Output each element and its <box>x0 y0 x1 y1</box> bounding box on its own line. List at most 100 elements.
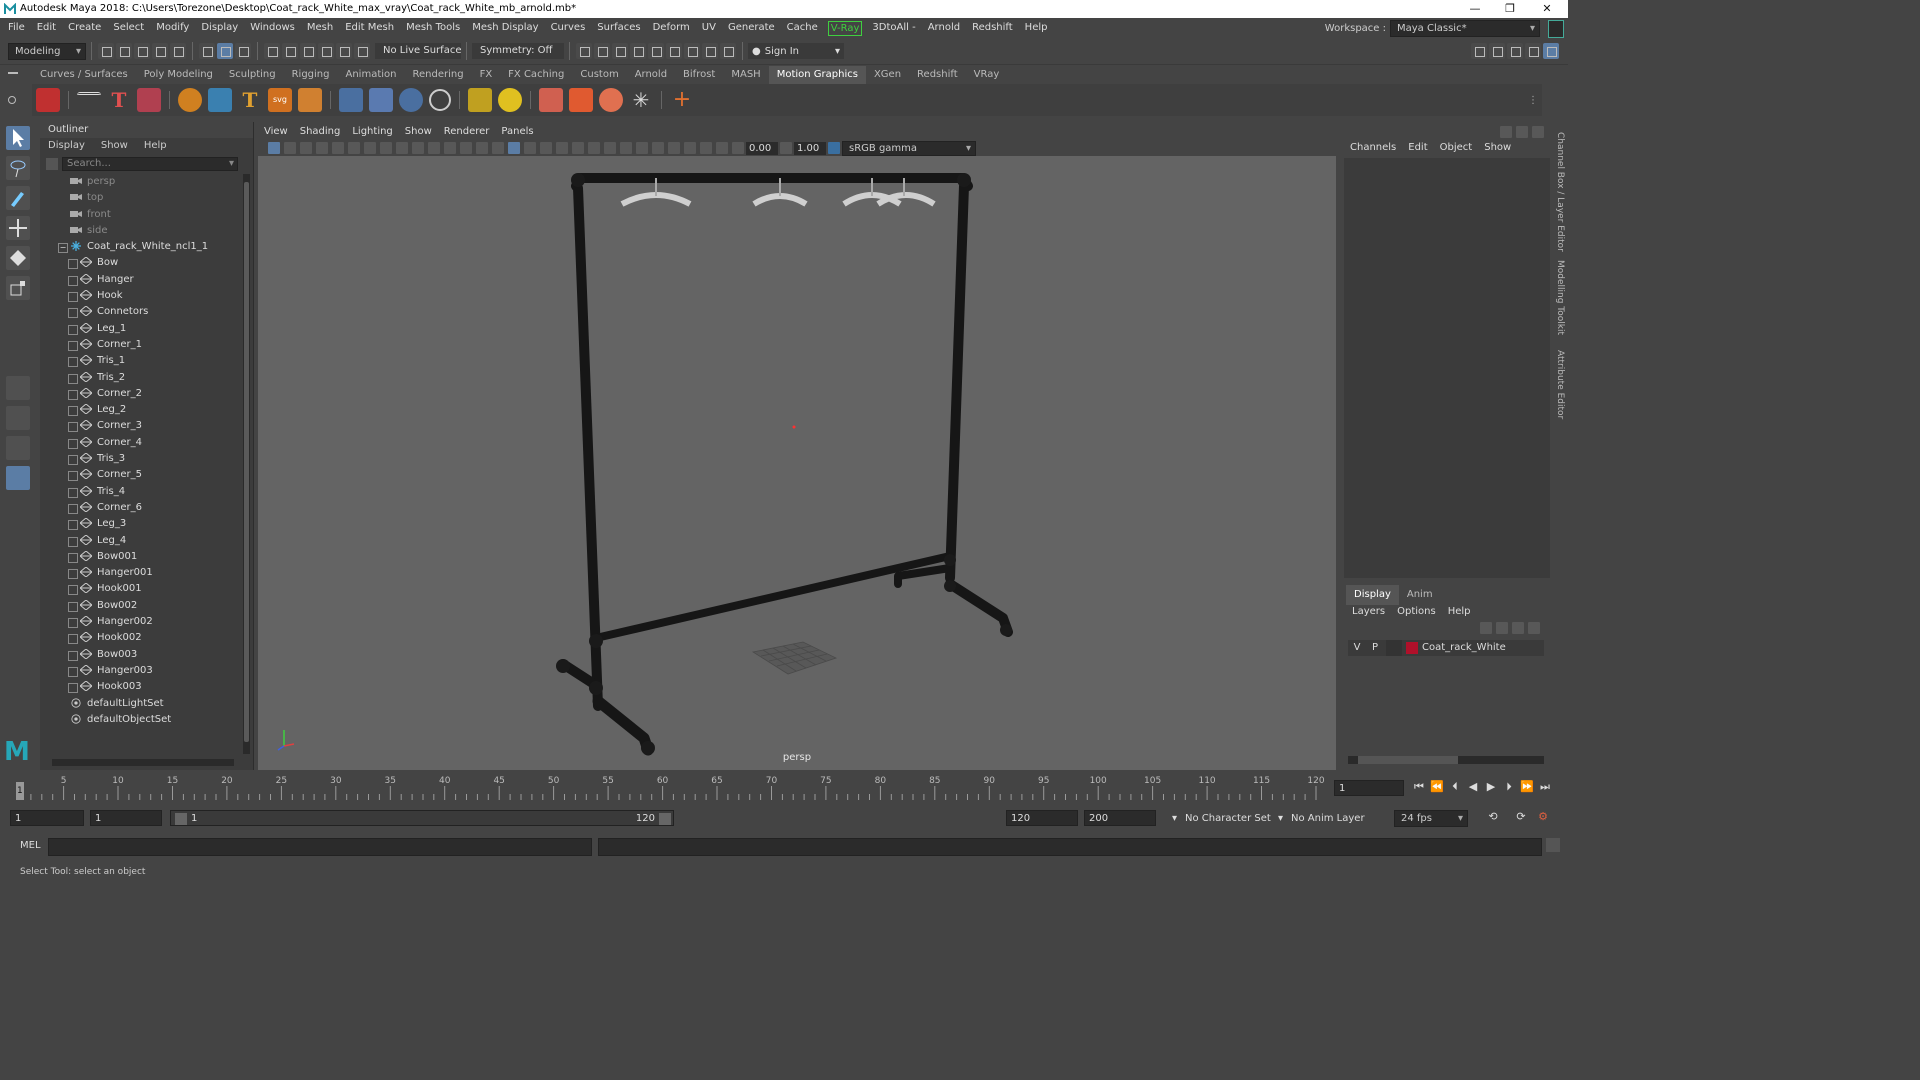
start-time-field[interactable]: 1 <box>10 810 84 826</box>
range-bar[interactable]: 1 120 <box>170 810 674 826</box>
two-view-layout-icon[interactable] <box>6 436 30 460</box>
menu-mesh-tools[interactable]: Mesh Tools <box>400 18 466 38</box>
default-material-icon[interactable] <box>524 142 536 154</box>
outliner-menu-display[interactable]: Display <box>40 138 93 154</box>
outliner-item-bow003[interactable]: Bow003 <box>40 647 240 663</box>
go-to-end-icon[interactable]: ⏭ <box>1538 780 1552 794</box>
menu-help[interactable]: Help <box>1019 18 1054 38</box>
box-icon[interactable] <box>298 88 322 112</box>
outliner-item-corner-1[interactable]: Corner_1 <box>40 337 240 353</box>
outliner-item-hook001[interactable]: Hook001 <box>40 581 240 597</box>
channel-box-help-icon[interactable] <box>1516 126 1528 138</box>
tab-attribute-editor[interactable]: Attribute Editor <box>1555 350 1565 419</box>
outliner-item-camera-side[interactable]: side <box>40 223 240 239</box>
character-set-dropdown[interactable]: ▾ No Character Set <box>1172 810 1271 826</box>
outliner-item-corner-6[interactable]: Corner_6 <box>40 500 240 516</box>
command-input[interactable] <box>48 838 592 856</box>
shelf-tab-poly-modeling[interactable]: Poly Modeling <box>136 66 221 84</box>
light-editor-icon[interactable] <box>702 43 718 59</box>
menu-generate[interactable]: Generate <box>722 18 781 38</box>
current-frame-field[interactable]: 1 <box>1334 780 1404 796</box>
expand-icon[interactable] <box>68 422 78 433</box>
layer-menu-options[interactable]: Options <box>1391 604 1442 620</box>
shirt-icon[interactable] <box>569 88 593 112</box>
outliner-item-hanger001[interactable]: Hanger001 <box>40 565 240 581</box>
render-settings-icon[interactable] <box>630 43 646 59</box>
menu-mesh[interactable]: Mesh <box>301 18 339 38</box>
outliner-item-hook003[interactable]: Hook003 <box>40 679 240 695</box>
expand-icon[interactable] <box>68 536 78 547</box>
step-forward-frame-icon[interactable]: ⏵ <box>1502 780 1516 794</box>
scroll-thumb[interactable] <box>244 182 249 742</box>
paint-select-icon[interactable] <box>6 186 30 210</box>
lasso-tool-icon[interactable] <box>6 156 30 180</box>
outliner-item-tris-1[interactable]: Tris_1 <box>40 353 240 369</box>
fps-dropdown[interactable]: 24 fps ▾ <box>1394 810 1468 827</box>
wireframe-icon[interactable] <box>492 142 504 154</box>
viewport-menu-lighting[interactable]: Lighting <box>346 124 398 140</box>
outliner-menu-help[interactable]: Help <box>136 138 175 154</box>
shelf-tab-mash[interactable]: MASH <box>723 66 768 84</box>
smooth-shade-icon[interactable] <box>508 142 520 154</box>
outliner-item-hanger002[interactable]: Hanger002 <box>40 614 240 630</box>
grease-pencil-icon[interactable] <box>364 142 376 154</box>
expand-icon[interactable] <box>68 455 78 466</box>
hypershade-icon[interactable] <box>648 43 664 59</box>
range-end-handle[interactable] <box>659 813 671 825</box>
sun-icon[interactable] <box>498 88 522 112</box>
outliner-item-tris-4[interactable]: Tris_4 <box>40 484 240 500</box>
layer-menu-help[interactable]: Help <box>1442 604 1477 620</box>
new-layer-selected-icon[interactable] <box>1528 622 1540 634</box>
outliner-item-corner-3[interactable]: Corner_3 <box>40 418 240 434</box>
outliner-item-tris-2[interactable]: Tris_2 <box>40 370 240 386</box>
snap-curve-icon[interactable] <box>282 43 298 59</box>
paint-icon[interactable] <box>137 88 161 112</box>
pause-viewport-icon[interactable] <box>720 43 736 59</box>
snap-grid-icon[interactable] <box>264 43 280 59</box>
expand-icon[interactable] <box>68 683 78 694</box>
snowflake-icon[interactable]: ✳ <box>629 88 653 112</box>
outliner-item-hanger003[interactable]: Hanger003 <box>40 663 240 679</box>
outliner-item-hook002[interactable]: Hook002 <box>40 630 240 646</box>
svg-tool-icon[interactable]: svg <box>268 88 292 112</box>
layer-row[interactable]: V P Coat_rack_White <box>1348 640 1544 656</box>
type-tool-icon[interactable]: T <box>238 88 262 112</box>
shelf-tab-curves-surfaces[interactable]: Curves / Surfaces <box>32 66 136 84</box>
live-surface-field[interactable]: No Live Surface <box>375 43 461 59</box>
attribute-editor-icon[interactable] <box>1507 43 1523 59</box>
shelf-tab-bifrost[interactable]: Bifrost <box>675 66 723 84</box>
menu-create[interactable]: Create <box>62 18 107 38</box>
expand-icon[interactable] <box>68 471 78 482</box>
outliner-layout-icon[interactable] <box>6 466 30 490</box>
lock-icon[interactable] <box>1548 20 1564 38</box>
snap-view-plane-icon[interactable] <box>318 43 334 59</box>
outliner-item-bow001[interactable]: Bow001 <box>40 549 240 565</box>
color-space-dropdown[interactable]: sRGB gamma ▾ <box>842 140 976 156</box>
move-tool-icon[interactable] <box>6 216 30 240</box>
channel-box-menu-show[interactable]: Show <box>1478 140 1517 156</box>
menu-arnold[interactable]: Arnold <box>922 18 966 38</box>
go-to-start-icon[interactable]: ⏮ <box>1412 780 1426 794</box>
undo-icon[interactable] <box>152 43 168 59</box>
command-language-label[interactable]: MEL <box>20 840 41 851</box>
outliner-h-scrollbar[interactable] <box>52 759 234 766</box>
render-sequence-icon[interactable] <box>594 43 610 59</box>
play-backwards-icon[interactable]: ◀ <box>1466 780 1480 794</box>
shelf-tab-rigging[interactable]: Rigging <box>284 66 338 84</box>
menu-3dtoall[interactable]: 3DtoAll - <box>866 18 921 38</box>
loop-icon[interactable]: ⟲ <box>1486 810 1500 824</box>
redo-icon[interactable] <box>170 43 186 59</box>
sign-in-button[interactable]: ● Sign In ▾ <box>748 43 844 59</box>
ring-icon[interactable] <box>399 88 423 112</box>
range-start-handle[interactable] <box>175 813 187 825</box>
expand-icon[interactable] <box>68 406 78 417</box>
outliner-item-defaultlightset[interactable]: defaultLightSet <box>40 696 240 712</box>
expand-icon[interactable] <box>68 552 78 563</box>
list-icon[interactable] <box>77 91 101 109</box>
gamma-icon[interactable] <box>780 142 792 154</box>
safe-action-icon[interactable] <box>460 142 472 154</box>
tab-channel-box-layer-editor[interactable]: Channel Box / Layer Editor <box>1555 132 1565 252</box>
gamma-field[interactable]: 1.00 <box>794 141 826 155</box>
new-layer-icon[interactable] <box>1512 622 1524 634</box>
layer-tab-display[interactable]: Display <box>1346 585 1399 605</box>
